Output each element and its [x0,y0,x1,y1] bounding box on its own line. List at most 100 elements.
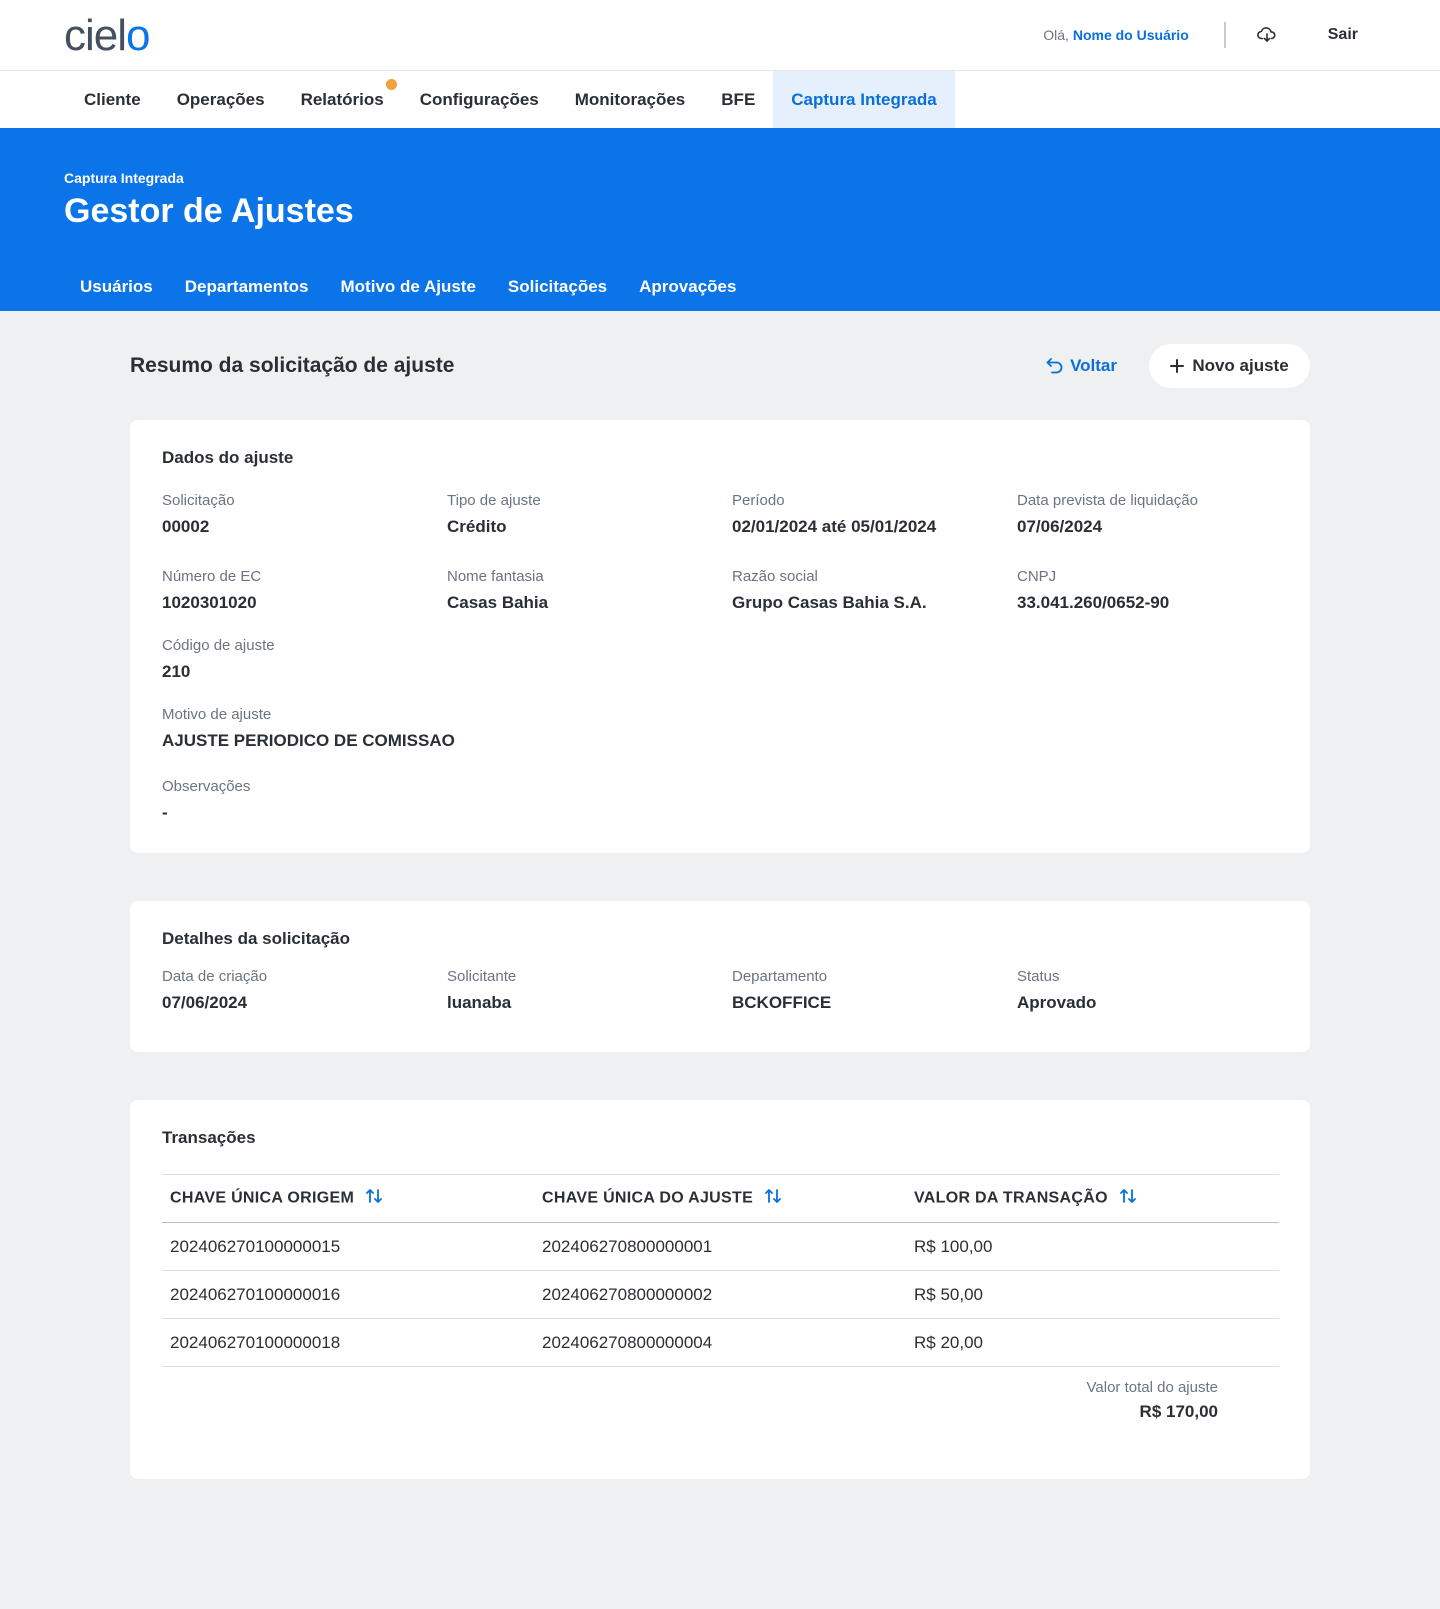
nav-operacoes[interactable]: Operações [159,71,283,128]
user-area: Olá, Nome do Usuário Sair [1043,0,1440,70]
breadcrumb[interactable]: Captura Integrada [64,170,184,186]
table-cell: 202406270100000015 [162,1222,534,1271]
tab-aprovacoes[interactable]: Aprovações [623,277,752,311]
field-label: Número de EC [162,568,262,585]
field-value: - [162,803,168,822]
field-label: Solicitação [162,492,235,509]
request-details-card: Detalhes da solicitação Data de criação … [130,901,1310,1052]
total-label: Valor total do ajuste [1086,1379,1218,1396]
field-value: 00002 [162,517,210,536]
tab-departamentos[interactable]: Departamentos [169,277,325,311]
nav-cliente[interactable]: Cliente [66,71,159,128]
hero-banner: Captura Integrada Gestor de Ajustes Usuá… [0,128,1440,311]
table-cell: R$ 50,00 [906,1270,1279,1319]
nav-label: BFE [721,89,756,109]
field-value: 33.041.260/0652-90 [1017,593,1170,612]
field-observacoes: Observações - [162,777,1278,823]
card-title: Dados do ajuste [162,448,294,467]
field-solicitante: Solicitante luanaba [447,967,732,1013]
top-bar: cielo Olá, Nome do Usuário Sair [0,0,1440,71]
sort-icon[interactable] [764,1188,782,1209]
card-title: Detalhes da solicitação [162,929,351,948]
field-label: Solicitante [447,968,517,985]
fields-row: Data de criação 07/06/2024 Solicitante l… [162,967,1278,1013]
field-label: Tipo de ajuste [447,492,541,509]
nav-label: Operações [176,89,265,109]
field-value: 07/06/2024 [1017,517,1103,536]
field-label: Data prevista de liquidação [1017,492,1198,509]
table-cell: R$ 20,00 [906,1318,1279,1367]
field-periodo: Período 02/01/2024 até 05/01/2024 [732,491,1017,537]
user-greeting: Olá, Nome do Usuário [1043,27,1188,43]
status-value: Aprovado [1017,993,1097,1012]
field-cnpj: CNPJ 33.041.260/0652-90 [1017,567,1302,613]
plus-icon [1170,359,1185,373]
back-button[interactable]: Voltar [1046,344,1117,388]
field-value: 07/06/2024 [162,993,248,1012]
divider [1223,22,1226,48]
field-nome-fantasia: Nome fantasia Casas Bahia [447,567,732,613]
field-label: Observações [162,778,251,795]
field-label: Código de ajuste [162,637,275,654]
field-razao-social: Razão social Grupo Casas Bahia S.A. [732,567,1017,613]
fields-row: Solicitação 00002 Tipo de ajuste Crédito… [162,491,1278,537]
page-title: Resumo da solicitação de ajuste [130,354,455,377]
field-solicitacao: Solicitação 00002 [162,491,447,537]
logout-button[interactable]: Sair [1328,26,1358,44]
nav-captura-integrada[interactable]: Captura Integrada [773,71,955,128]
nav-configuracoes[interactable]: Configurações [402,71,557,128]
greeting-prefix: Olá, [1043,27,1069,43]
column-label: CHAVE ÚNICA ORIGEM [170,1189,355,1207]
total-summary: Valor total do ajuste R$ 170,00 [162,1379,1218,1422]
column-label: CHAVE ÚNICA DO AJUSTE [542,1189,754,1207]
nav-label: Relatórios [300,89,384,109]
field-label: Departamento [732,968,828,985]
tab-usuarios[interactable]: Usuários [64,277,169,311]
table-cell: 202406270800000004 [534,1318,906,1367]
tab-motivo-de-ajuste[interactable]: Motivo de Ajuste [325,277,492,311]
field-label: Nome fantasia [447,568,544,585]
cielo-logo[interactable]: cielo [64,14,151,58]
total-value: R$ 170,00 [1139,1402,1218,1421]
field-data-liquidacao: Data prevista de liquidação 07/06/2024 [1017,491,1302,537]
field-label: Motivo de ajuste [162,706,272,723]
nav-monitoracoes[interactable]: Monitorações [557,71,704,128]
adjustment-data-card: Dados do ajuste Solicitação 00002 Tipo d… [130,420,1310,853]
fields-row: Número de EC 1020301020 Nome fantasia Ca… [162,567,1278,613]
field-value: BCKOFFICE [732,993,832,1012]
field-value: luanaba [447,993,512,1012]
column-header[interactable]: CHAVE ÚNICA DO AJUSTE [534,1174,906,1223]
field-label: Status [1017,968,1060,985]
transactions-table: CHAVE ÚNICA ORIGEM CHAVE ÚNICA DO AJUSTE… [162,1174,1279,1367]
nav-bfe[interactable]: BFE [703,71,773,128]
user-name: Nome do Usuário [1072,27,1189,43]
field-value: Grupo Casas Bahia S.A. [732,593,927,612]
field-label: Período [732,492,785,509]
nav-label: Captura Integrada [791,89,937,109]
field-motivo-ajuste: Motivo de ajuste AJUSTE PERIODICO DE COM… [162,705,1278,751]
sort-icon[interactable] [365,1188,383,1209]
table-row: 202406270100000015 202406270800000001 R$… [162,1222,1279,1271]
column-header[interactable]: VALOR DA TRANSAÇÃO [906,1174,1279,1223]
cloud-download-icon[interactable] [1256,24,1278,46]
field-value: Casas Bahia [447,593,549,612]
new-adjustment-button[interactable]: Novo ajuste [1149,344,1310,388]
nav-relatorios[interactable]: Relatórios [283,71,402,128]
sub-nav: Usuários Departamentos Motivo de Ajuste … [64,277,752,311]
field-departamento: Departamento BCKOFFICE [732,967,1017,1013]
field-codigo-ajuste: Código de ajuste 210 [162,636,1278,682]
table-row: 202406270100000016 202406270800000002 R$… [162,1270,1279,1319]
column-header[interactable]: CHAVE ÚNICA ORIGEM [162,1174,534,1223]
page-heading: Gestor de Ajustes [64,192,354,230]
nav-label: Cliente [84,89,141,109]
card-title: Transações [162,1128,256,1147]
field-label: CNPJ [1017,568,1057,585]
table-cell: 202406270100000016 [162,1270,534,1319]
sort-icon[interactable] [1119,1188,1137,1209]
field-value: AJUSTE PERIODICO DE COMISSAO [162,731,455,750]
table-cell: R$ 100,00 [906,1222,1279,1271]
tab-solicitacoes[interactable]: Solicitações [492,277,623,311]
table-row: 202406270100000018 202406270800000004 R$… [162,1318,1279,1367]
notification-dot [385,79,397,90]
nav-label: Monitorações [574,89,686,109]
